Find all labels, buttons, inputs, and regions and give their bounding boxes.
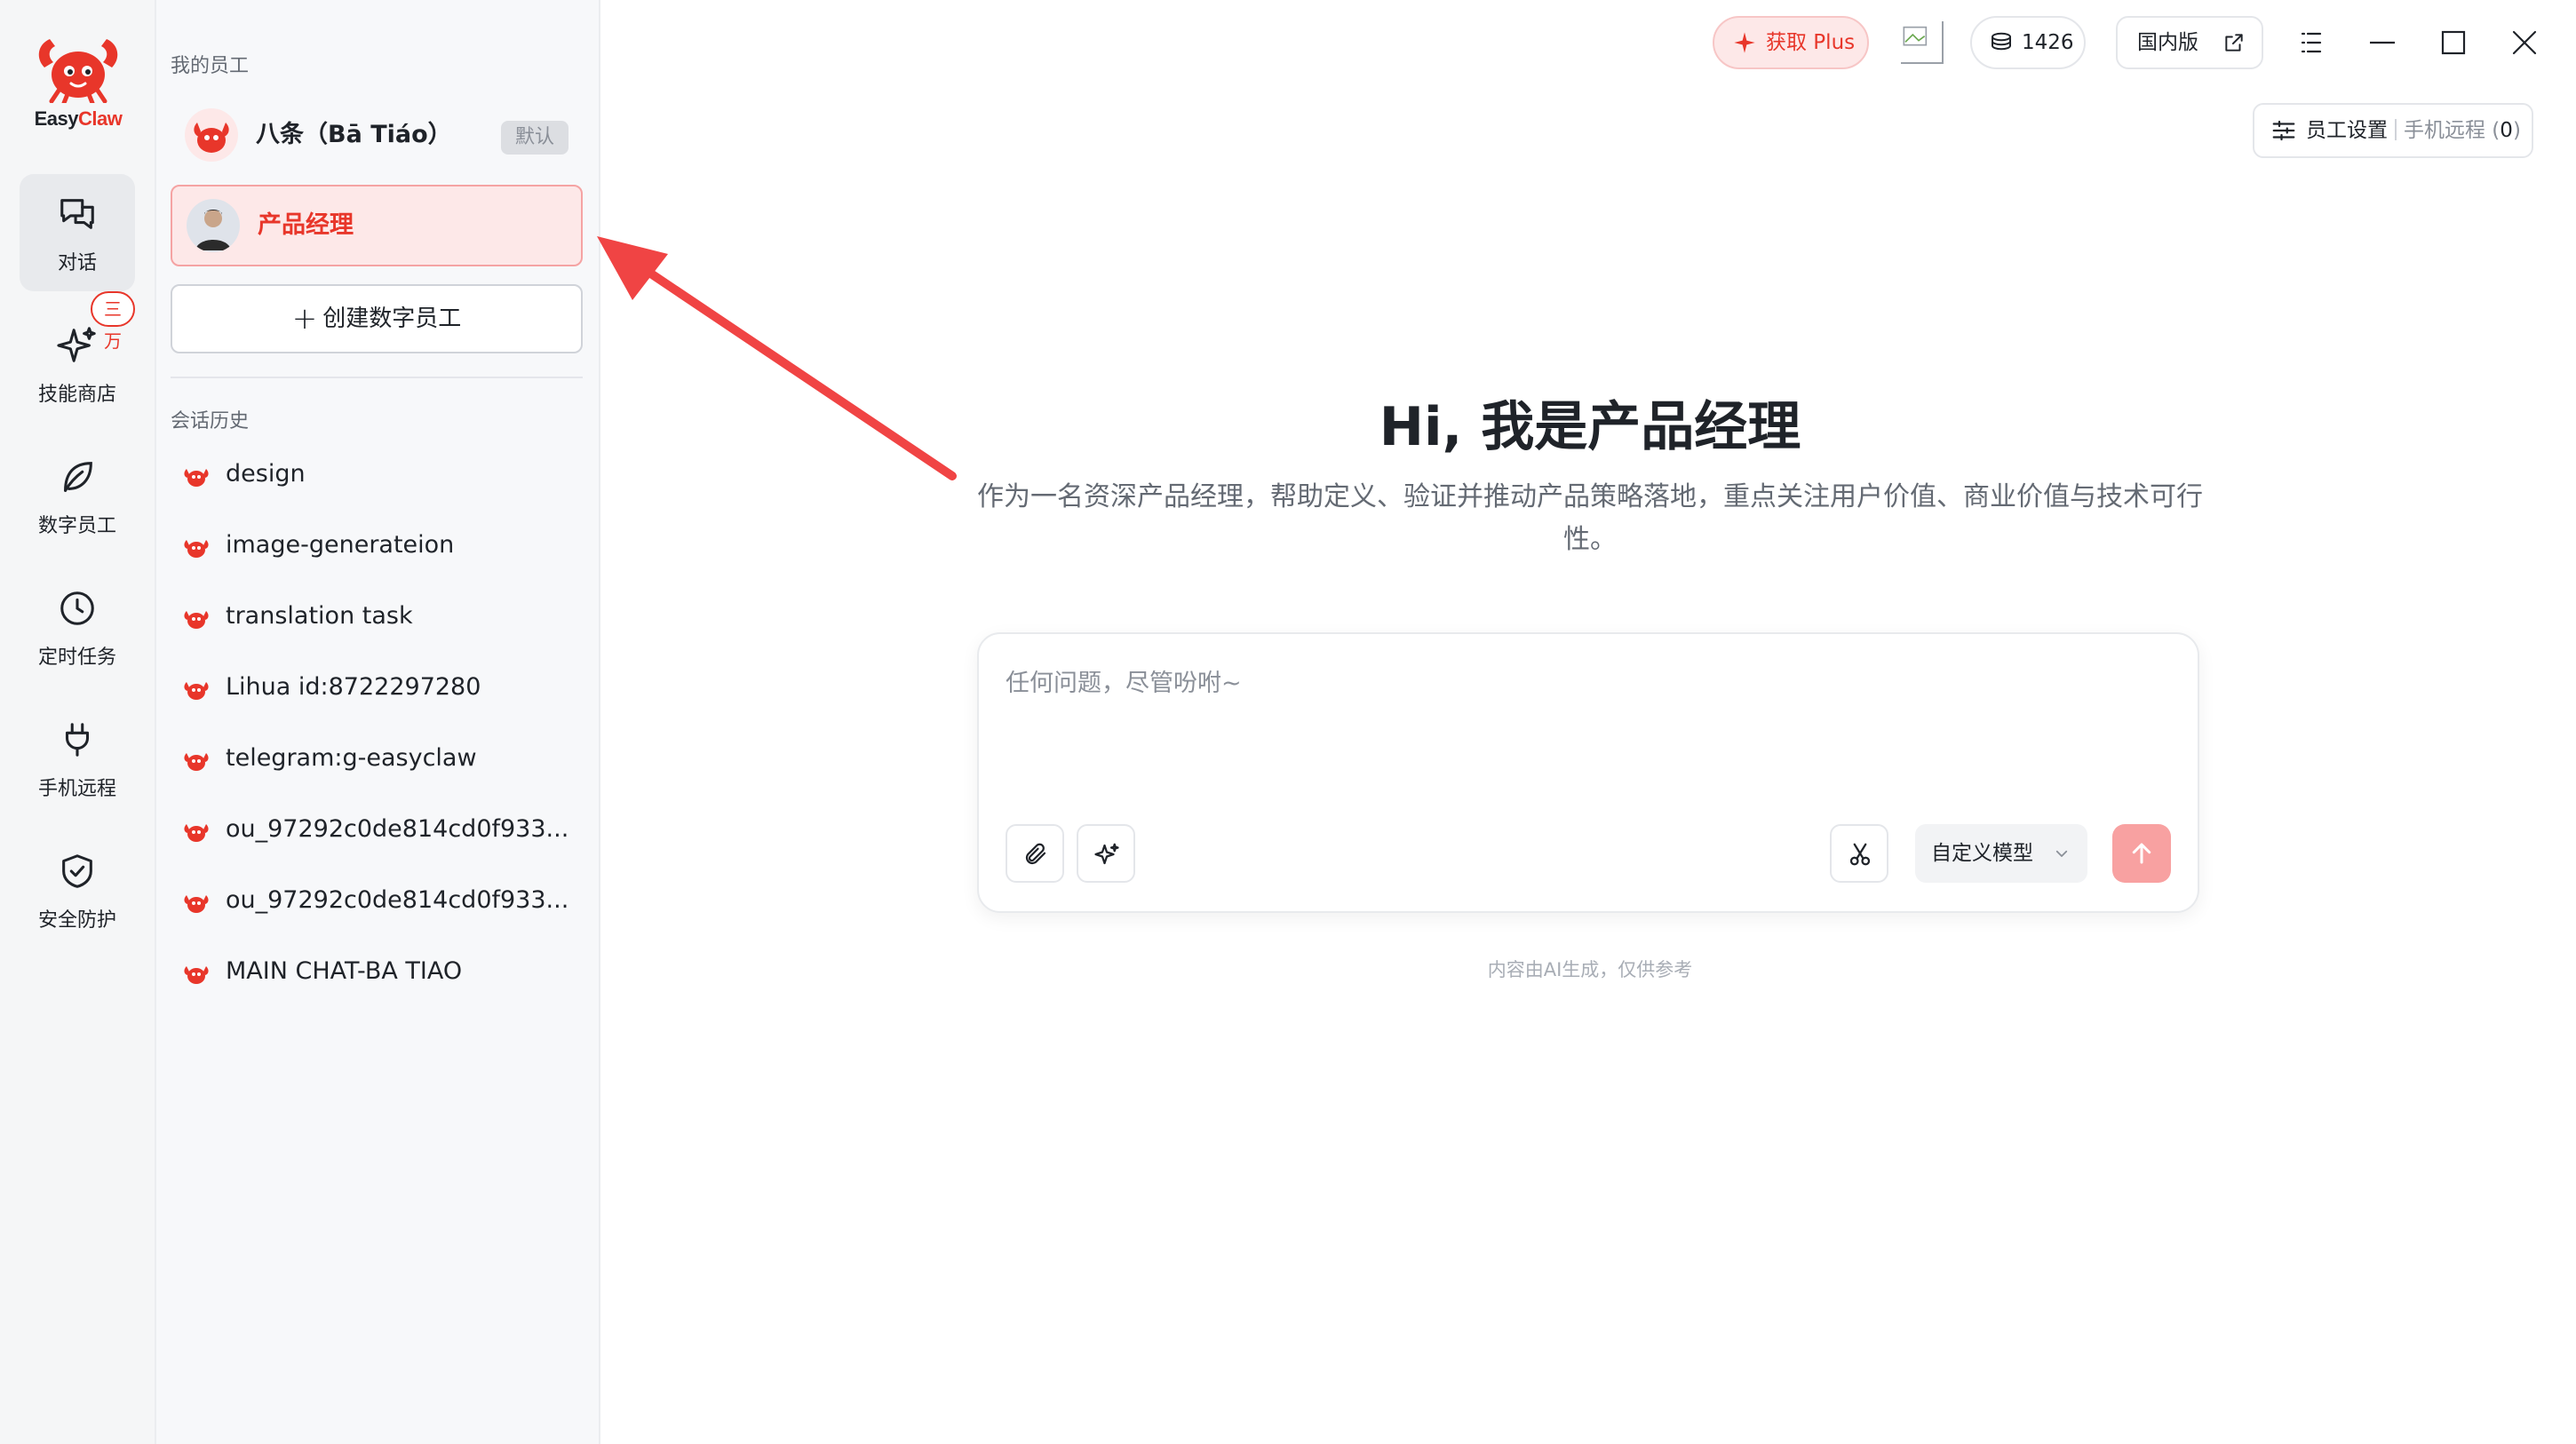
- nav-item-security[interactable]: 安全防护: [20, 831, 135, 948]
- employee-name: 产品经理: [258, 211, 354, 239]
- close-button[interactable]: [2503, 21, 2546, 64]
- chat-bubbles-icon: [60, 199, 94, 229]
- minimize-button[interactable]: [2361, 21, 2404, 64]
- get-plus-button[interactable]: 获取 Plus: [1713, 16, 1869, 69]
- crayfish-icon: [181, 890, 211, 915]
- crayfish-icon: [181, 535, 211, 559]
- history-item-label: ou_97292c0de814cd0f933...: [226, 886, 569, 914]
- nav-item-mobile-remote[interactable]: 手机远程: [20, 700, 135, 817]
- skills-button[interactable]: [1077, 824, 1135, 883]
- history-item-label: ou_97292c0de814cd0f933...: [226, 815, 569, 843]
- history-item[interactable]: ou_97292c0de814cd0f933...: [171, 872, 583, 929]
- nav-label: 数字员工: [37, 515, 116, 537]
- shield-check-icon: [62, 854, 92, 888]
- history-item[interactable]: design: [171, 446, 583, 503]
- history-item[interactable]: ou_97292c0de814cd0f933...: [171, 801, 583, 858]
- app-logo[interactable]: EasyClaw: [25, 32, 131, 137]
- nav-label: 对话: [57, 252, 97, 274]
- crayfish-icon: [181, 961, 211, 986]
- scissors-icon: [1849, 843, 1871, 866]
- send-button[interactable]: [2112, 824, 2171, 883]
- credits-balance[interactable]: 1426: [1970, 16, 2086, 69]
- broken-image-icon: [1903, 26, 1928, 46]
- avatar: [185, 108, 238, 162]
- nav-badge: 三万: [91, 291, 135, 352]
- employee-sidebar: 我的员工 八条（Bā Tiáo） 默认 产品经理 + 创建数字员工 会话历史 de…: [156, 0, 600, 1444]
- history-item-label: image-generateion: [226, 531, 455, 559]
- crayfish-icon: [181, 606, 211, 631]
- maximize-icon: [2441, 30, 2466, 55]
- model-select[interactable]: 自定义模型: [1915, 824, 2087, 883]
- history-item-label: translation task: [226, 602, 413, 630]
- sliders-icon: [2272, 120, 2295, 141]
- crayfish-icon: [181, 677, 211, 702]
- history-item-label: telegram:g-easyclaw: [226, 744, 477, 772]
- employee-settings-button[interactable]: 员工设置 手机远程 (0): [2253, 103, 2533, 158]
- leaf-icon: [64, 462, 92, 492]
- plus-icon: +: [291, 301, 318, 337]
- left-rail: EasyClaw 对话 技能商店 三万 数字员工 定时任务 手机远程 安全防护: [0, 0, 156, 1444]
- create-digital-employee-button[interactable]: + 创建数字员工: [171, 284, 583, 353]
- close-icon: [2512, 30, 2537, 55]
- external-link-icon: [2225, 34, 2243, 52]
- nav-label: 安全防护: [37, 909, 116, 932]
- attach-button[interactable]: [1006, 824, 1064, 883]
- employee-item-product-manager[interactable]: 产品经理: [171, 185, 583, 266]
- plug-icon: [65, 723, 90, 757]
- divider: [171, 377, 583, 378]
- history-item-label: Lihua id:8722297280: [226, 673, 481, 701]
- history-item-label: MAIN CHAT-BA TIAO: [226, 957, 463, 985]
- chevron-down-icon: [2055, 850, 2068, 857]
- history-item[interactable]: Lihua id:8722297280: [171, 659, 583, 716]
- nav-label: 手机远程: [37, 778, 116, 800]
- nav-label: 技能商店: [37, 384, 116, 406]
- history-item[interactable]: translation task: [171, 588, 583, 645]
- history-item[interactable]: telegram:g-easyclaw: [171, 730, 583, 787]
- logo-text: EasyClaw: [34, 107, 123, 130]
- nav-item-scheduled-tasks[interactable]: 定时任务: [20, 568, 135, 686]
- crayfish-avatar-icon: [194, 123, 229, 153]
- coins-stack-icon: [1992, 32, 2011, 51]
- default-tag: 默认: [500, 121, 568, 155]
- clock-icon: [60, 591, 94, 625]
- history-section-title: 会话历史: [171, 410, 250, 432]
- nav-label: 定时任务: [37, 647, 116, 669]
- crayfish-logo-icon: [38, 39, 118, 106]
- sparkle-icon: [1734, 32, 1755, 53]
- employee-item-batiao[interactable]: 八条（Bā Tiáo） 默认: [171, 94, 583, 176]
- paperclip-icon: [1025, 843, 1046, 865]
- history-item-label: design: [226, 460, 306, 488]
- employee-name: 八条（Bā Tiáo）: [256, 121, 452, 148]
- crayfish-icon: [181, 464, 211, 488]
- user-avatar-image[interactable]: [1901, 21, 1944, 64]
- ai-disclaimer: 内容由AI生成，仅供参考: [1487, 959, 1693, 980]
- crayfish-icon: [181, 748, 211, 773]
- nav-item-digital-employee[interactable]: 数字员工: [20, 437, 135, 554]
- chat-composer: 自定义模型: [977, 632, 2199, 913]
- scissors-button[interactable]: [1830, 824, 1888, 883]
- person-avatar-icon: [195, 210, 231, 250]
- history-item[interactable]: MAIN CHAT-BA TIAO: [171, 943, 583, 1000]
- menu-button[interactable]: [2290, 21, 2333, 64]
- page-title: Hi, 我是产品经理: [1379, 396, 1801, 458]
- annotation-arrow-icon: [597, 236, 957, 480]
- employee-description: 作为一名资深产品经理，帮助定义、验证并推动产品策略落地，重点关注用户价值、商业价…: [977, 481, 2203, 555]
- list-icon: [2301, 32, 2322, 53]
- region-switch-button[interactable]: 国内版: [2116, 16, 2263, 69]
- arrow-up-icon: [2132, 843, 2151, 864]
- nav-item-skill-store[interactable]: 技能商店 三万: [20, 291, 135, 423]
- nav-item-chat[interactable]: 对话: [20, 174, 135, 291]
- crayfish-icon: [181, 819, 211, 844]
- maximize-button[interactable]: [2432, 21, 2475, 64]
- minimize-icon: [2370, 41, 2395, 44]
- sparkle-icon: [57, 327, 96, 362]
- history-item[interactable]: image-generateion: [171, 517, 583, 574]
- chat-input[interactable]: [1006, 670, 1894, 697]
- avatar: [187, 199, 240, 252]
- employees-section-title: 我的员工: [171, 55, 250, 77]
- sparkle-icon: [1094, 843, 1119, 865]
